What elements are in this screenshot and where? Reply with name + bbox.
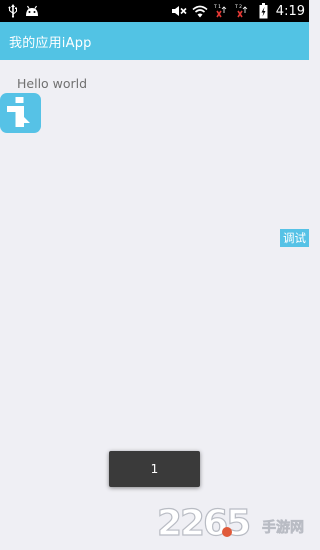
sim2-no-signal-icon: T 2 [234, 0, 250, 22]
svg-text:手游网: 手游网 [262, 519, 304, 536]
svg-text:2265: 2265 [157, 503, 249, 542]
android-debug-icon [24, 0, 40, 22]
hello-world-text: Hello world [17, 76, 88, 91]
debug-button[interactable]: 调试 [280, 229, 309, 247]
toast: 1 [109, 451, 200, 487]
status-left-icons [0, 0, 40, 22]
toast-message: 1 [150, 462, 159, 476]
svg-text:T 1: T 1 [213, 4, 221, 10]
iapp-logo-icon [7, 97, 30, 127]
iapp-floating-button[interactable] [0, 93, 41, 133]
wifi-icon [192, 0, 208, 22]
usb-icon [8, 0, 18, 22]
sim1-no-signal-icon: T 1 [213, 0, 229, 22]
status-right-icons: T 1 T 2 4:19 [171, 0, 305, 22]
status-bar: T 1 T 2 4:19 [0, 0, 309, 22]
app-title: 我的应用iApp [9, 35, 92, 51]
watermark-2265-logo: 2265 手游网 [157, 502, 304, 542]
action-bar: 我的应用iApp [0, 22, 309, 60]
status-time: 4:19 [275, 3, 305, 19]
watermark-logo: 2265 手游网 [157, 502, 309, 542]
battery-charging-icon [259, 0, 268, 22]
mute-icon [171, 0, 187, 22]
svg-text:T 2: T 2 [234, 4, 242, 10]
